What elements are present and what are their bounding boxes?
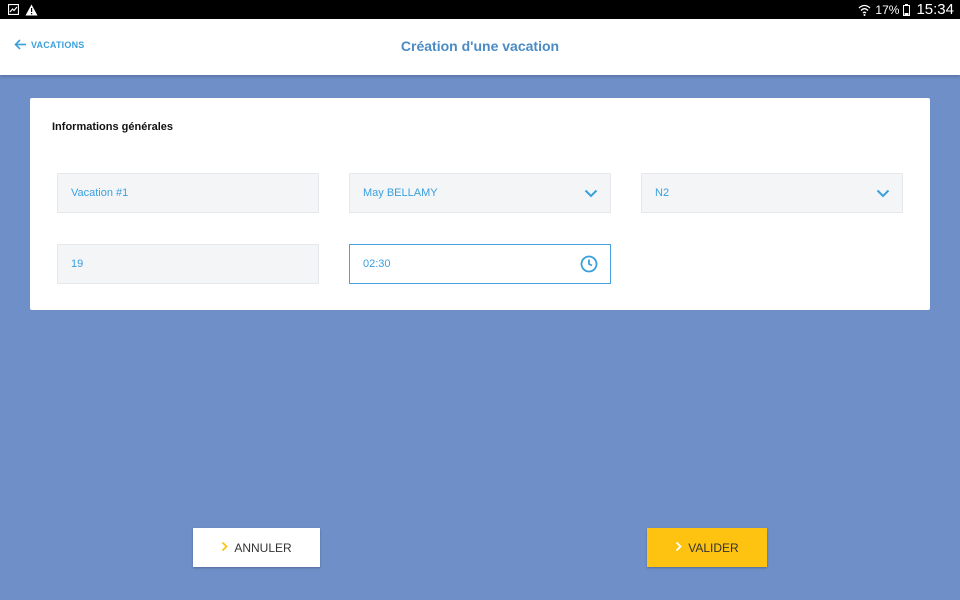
level-select[interactable]: N2 [641,173,903,213]
clock-icon[interactable] [580,255,598,273]
time-input[interactable]: 02:30 [349,244,611,284]
chevron-down-icon [584,189,598,198]
status-right: 17% 15:34 [858,1,954,18]
section-title: Informations générales [52,121,174,133]
status-bar: 17% 15:34 [0,0,960,19]
vacation-name-input[interactable]: Vacation #1 [57,173,319,213]
status-clock: 15:34 [916,1,954,18]
page-title: Création d'une vacation [400,38,560,54]
cancel-button[interactable]: ANNULER [193,528,320,567]
vacation-name-value: Vacation #1 [71,187,129,199]
person-select[interactable]: May BELLAMY [349,173,611,213]
status-left [8,4,38,16]
time-value: 02:30 [363,258,391,270]
chevron-right-icon [675,541,683,555]
battery-icon [903,3,911,16]
general-info-card: Informations générales Vacation #1 May B… [30,98,930,310]
number-value: 19 [71,258,84,270]
gallery-icon [8,4,19,15]
validate-button[interactable]: VALIDER [647,528,767,567]
battery-percent: 17% [875,2,900,17]
app-header: VACATIONS Création d'une vacation [0,19,960,75]
number-input[interactable]: 19 [57,244,319,284]
person-value: May BELLAMY [363,187,438,199]
warning-icon [25,4,38,16]
wifi-icon [858,4,871,16]
cancel-label: ANNULER [234,540,292,555]
validate-label: VALIDER [688,540,739,555]
chevron-down-icon [876,189,890,198]
level-value: N2 [655,187,670,199]
chevron-right-icon [221,541,229,555]
